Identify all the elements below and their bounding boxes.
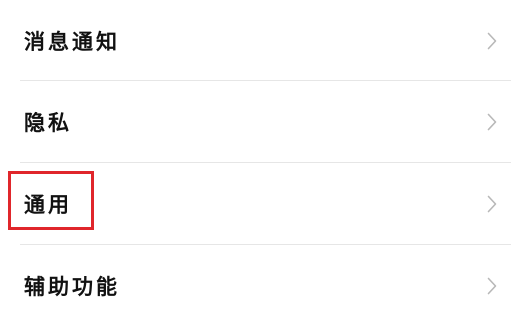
- chevron-right-icon: [487, 113, 497, 131]
- settings-item-accessibility[interactable]: 辅助功能: [0, 245, 511, 324]
- settings-item-label: 辅助功能: [24, 274, 120, 299]
- highlight-box: [8, 171, 94, 230]
- settings-list: 消息通知 隐私 通用 辅助功能: [0, 0, 511, 324]
- chevron-right-icon: [487, 32, 497, 50]
- chevron-right-icon: [487, 195, 497, 213]
- settings-item-privacy[interactable]: 隐私: [0, 81, 511, 162]
- settings-item-label: 隐私: [24, 110, 72, 135]
- chevron-right-icon: [487, 277, 497, 295]
- settings-item-notifications[interactable]: 消息通知: [0, 0, 511, 81]
- settings-item-label: 消息通知: [24, 29, 120, 54]
